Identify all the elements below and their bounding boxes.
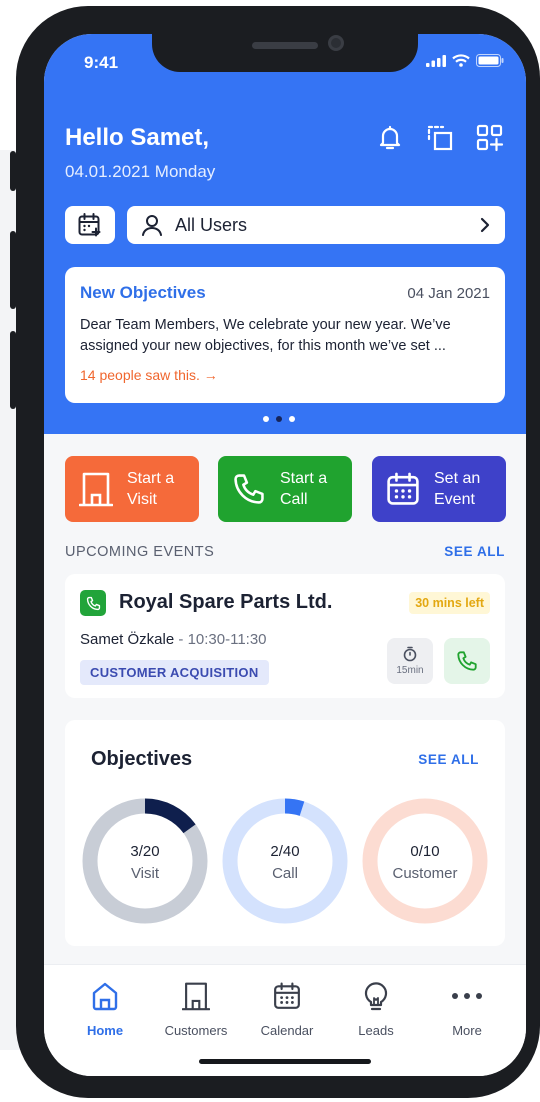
tab-home[interactable]: Home <box>60 979 150 1038</box>
more-icon <box>452 993 482 999</box>
notch <box>152 34 418 72</box>
stopwatch-icon <box>403 646 417 662</box>
user-filter-label: All Users <box>175 214 248 235</box>
objectives-card: Objectives SEE ALL 3/20 Visit 2/40 Call … <box>65 720 505 946</box>
tab-label: Customers <box>164 1023 228 1038</box>
tab-label: Leads <box>358 1023 394 1038</box>
header-panel: 9:41 Hello Samet, 04.01.2021 Monday All … <box>44 34 526 434</box>
tab-calendar[interactable]: Calendar <box>242 979 332 1038</box>
phone-icon <box>457 651 477 671</box>
carousel-dot[interactable] <box>263 416 269 422</box>
greeting-title: Hello Samet, <box>65 124 210 151</box>
speaker <box>252 42 318 49</box>
event-tag: CUSTOMER ACQUISITION <box>80 660 269 685</box>
event-details: Samet Özkale - 10:30-11:30 <box>80 631 267 648</box>
objective-visit-donut[interactable]: 3/20 Visit <box>82 798 208 924</box>
set-event-button[interactable]: Set an Event <box>372 456 506 522</box>
current-date: 04.01.2021 Monday <box>65 162 216 181</box>
objectives-see-all-link[interactable]: SEE ALL <box>418 752 479 767</box>
event-call-button[interactable] <box>444 638 490 684</box>
front-camera <box>328 35 344 51</box>
objective-value: 3/20 <box>130 843 160 860</box>
wifi-icon <box>452 54 470 67</box>
phone-icon <box>234 474 264 504</box>
event-type-phone-icon <box>80 590 106 616</box>
scan-copy-icon[interactable] <box>426 124 454 152</box>
home-indicator <box>199 1059 371 1064</box>
upcoming-see-all-link[interactable]: SEE ALL <box>444 544 505 559</box>
tab-customers[interactable]: Customers <box>151 979 241 1038</box>
user-icon <box>142 215 162 236</box>
objectives-title: Objectives <box>91 748 193 770</box>
announcement-card[interactable]: New Objectives 04 Jan 2021 Dear Team Mem… <box>65 267 505 403</box>
objective-label: Call <box>272 865 298 882</box>
calendar-icon <box>274 982 300 1009</box>
donut-track <box>222 798 348 924</box>
start-call-button[interactable]: Start a Call <box>218 456 352 522</box>
objective-label: Customer <box>392 865 458 882</box>
arrow-right-icon: → <box>203 367 218 383</box>
time-left-badge: 30 mins left <box>409 592 490 614</box>
event-card[interactable]: Royal Spare Parts Ltd. 30 mins left Same… <box>65 574 505 698</box>
objective-value: 2/40 <box>270 843 300 860</box>
donut-track <box>362 798 488 924</box>
bell-icon[interactable] <box>377 124 403 152</box>
start-visit-label: Start a Visit <box>127 470 175 508</box>
carousel-dot[interactable] <box>289 416 295 422</box>
tab-label: Calendar <box>260 1023 314 1038</box>
chevron-right-icon <box>480 217 490 233</box>
tab-leads[interactable]: Leads <box>331 979 421 1038</box>
tab-more[interactable]: More <box>422 979 512 1038</box>
duration-button[interactable]: 15min <box>387 638 433 684</box>
user-filter-select[interactable]: All Users <box>127 206 505 244</box>
announcement-body: Dear Team Members, We celebrate your new… <box>80 317 451 354</box>
announcement-seen-text: 14 people saw this. <box>80 367 200 383</box>
announcement-date: 04 Jan 2021 <box>407 285 490 302</box>
event-person: Samet Özkale <box>80 631 175 648</box>
start-call-label: Start a Call <box>280 470 328 508</box>
tab-label: Home <box>86 1023 124 1038</box>
building-icon <box>182 982 210 1011</box>
battery-icon <box>476 54 504 67</box>
objective-call-donut[interactable]: 2/40 Call <box>222 798 348 924</box>
upcoming-events-heading: UPCOMING EVENTS <box>65 544 215 560</box>
calendar-filter-button[interactable] <box>65 206 115 244</box>
duration-label: 15min <box>396 665 424 676</box>
set-event-label: Set an Event <box>434 470 481 508</box>
signal-icon <box>426 54 446 67</box>
objective-value: 0/10 <box>410 843 440 860</box>
status-time: 9:41 <box>84 53 119 72</box>
home-icon <box>92 982 118 1011</box>
volume-up-button <box>10 231 16 309</box>
objective-label: Visit <box>130 865 160 882</box>
event-title: Royal Spare Parts Ltd. <box>119 591 333 613</box>
tab-label: More <box>452 1023 482 1038</box>
objective-customer-donut[interactable]: 0/10 Customer <box>362 798 488 924</box>
event-time: 10:30-11:30 <box>187 631 267 648</box>
calendar-icon <box>387 472 419 505</box>
app-screen: 9:41 Hello Samet, 04.01.2021 Monday All … <box>44 34 526 1076</box>
calendar-add-icon <box>78 213 101 237</box>
building-icon <box>79 472 113 507</box>
status-icons <box>426 54 504 67</box>
add-widget-icon[interactable] <box>476 124 504 152</box>
mute-switch <box>10 151 16 191</box>
carousel-dot[interactable] <box>276 416 282 422</box>
start-visit-button[interactable]: Start a Visit <box>65 456 199 522</box>
carousel-dots <box>263 416 295 422</box>
volume-down-button <box>10 331 16 409</box>
announcement-seen-link[interactable]: 14 people saw this. → <box>80 367 490 383</box>
lightbulb-icon <box>364 982 388 1011</box>
